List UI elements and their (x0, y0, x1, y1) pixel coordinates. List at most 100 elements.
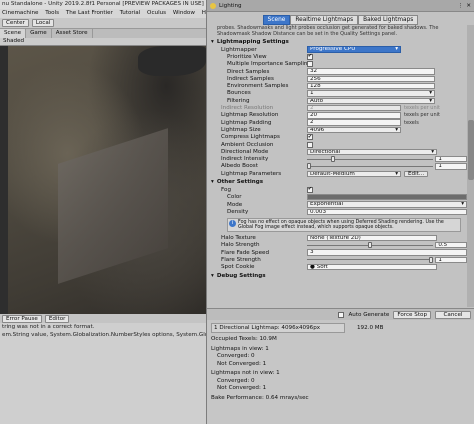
lightmap-parameters-label: Lightmap Parameters (221, 170, 282, 177)
tab-lighting-scene[interactable]: Scene (262, 14, 291, 25)
menu-cinemachine[interactable]: Cinemachine (2, 10, 39, 16)
edit-parameters-button[interactable]: Edit... (404, 170, 429, 177)
mis-checkbox[interactable] (307, 61, 313, 68)
close-icon[interactable]: ✕ (466, 3, 471, 9)
scrollbar-thumb[interactable] (468, 120, 474, 180)
compress-lightmaps-checkbox[interactable]: ✔ (307, 134, 313, 141)
lightmap-size-dropdown[interactable]: 4096 (307, 126, 401, 134)
info-icon: i (229, 219, 236, 227)
lightmap-padding-field[interactable]: 2 (307, 119, 401, 126)
ambient-occlusion-checkbox[interactable] (307, 141, 313, 148)
error-pause-toggle[interactable]: Error Pause (2, 315, 42, 323)
scene-rock (138, 46, 206, 76)
spot-cookie-field[interactable]: ● Soft (307, 263, 437, 271)
console-line[interactable]: tring was not in a correct format. (0, 323, 208, 331)
window-menu-icon[interactable]: ⋮ (458, 3, 464, 9)
light-bulb-icon (210, 2, 216, 9)
scene-viewport[interactable] (8, 46, 206, 314)
albedo-boost-label: Albedo Boost (221, 163, 258, 170)
lightmap-size-label: Lightmap Size (221, 126, 261, 133)
halo-strength-field[interactable]: 0.5 (435, 242, 467, 249)
lightmapping-settings-header[interactable]: ▾ Lightmapping Settings (211, 37, 467, 46)
indirect-samples-label: Indirect Samples (227, 75, 274, 82)
editor-view-tabs: Scene Game Asset Store (0, 29, 208, 38)
menu-oculus[interactable]: Oculus (147, 10, 166, 16)
bounces-dropdown[interactable]: 1 (307, 90, 435, 97)
compress-lightmaps-label: Compress Lightmaps (221, 134, 280, 141)
fog-color-label: Color (227, 194, 242, 201)
flare-strength-slider[interactable] (307, 256, 434, 263)
ambient-occlusion-label: Ambient Occlusion (221, 141, 274, 148)
fog-checkbox[interactable]: ✔ (307, 186, 313, 193)
menu-tutorial[interactable]: Tutorial (120, 10, 141, 16)
tab-asset-store[interactable]: Asset Store (52, 29, 93, 38)
fog-info-text: Fog has no effect on opaque objects when… (238, 219, 444, 230)
lightmap-resolution-field[interactable]: 20 (307, 112, 401, 119)
spot-cookie-label: Spot Cookie (221, 264, 255, 271)
debug-settings-header[interactable]: ▾ Debug Settings (211, 271, 467, 280)
menu-last-frontier[interactable]: The Last Frontier (66, 10, 113, 16)
fog-info-box: i Fog has no effect on opaque objects whe… (227, 217, 461, 233)
scene-rock (58, 128, 168, 284)
bake-performance: Bake Performance: 0.64 mrays/sec (211, 394, 309, 401)
lighting-scrollbar[interactable] (467, 25, 474, 307)
albedo-boost-slider[interactable] (307, 163, 434, 170)
console-panel: tring was not in a correct format. em.St… (0, 323, 208, 424)
env-samples-field[interactable]: 128 (307, 82, 435, 90)
cancel-button[interactable]: Cancel (435, 310, 471, 319)
directional-mode-label: Directional Mode (221, 148, 269, 155)
lightmap-parameters-dropdown[interactable]: Default-Medium (307, 170, 401, 177)
direct-samples-label: Direct Samples (227, 68, 270, 75)
directional-lightmap-row[interactable]: 1 Directional Lightmap: 4096x4096px (211, 323, 345, 333)
other-settings-header[interactable]: ▾ Other Settings (211, 177, 467, 186)
foldout-open-icon: ▾ (211, 39, 214, 45)
indirect-resolution-unit: texels per unit (404, 105, 440, 112)
filtering-label: Filtering (227, 97, 250, 104)
env-samples-label: Environment Samples (227, 83, 289, 90)
flare-fade-label: Flare Fade Speed (221, 249, 270, 256)
lightmapper-dropdown[interactable]: Progressive CPU (307, 46, 401, 53)
shading-mode-dropdown[interactable]: Shaded (3, 38, 24, 44)
lightmap-memory-size: 192.0 MB (357, 325, 384, 331)
indirect-samples-field[interactable]: 256 (307, 75, 435, 83)
tab-scene[interactable]: Scene (0, 29, 27, 38)
halo-texture-field[interactable]: None (Texture 2D) (307, 234, 437, 242)
not-converged-in-view: Not Converged: 1 (217, 360, 267, 367)
indirect-intensity-label: Indirect Intensity (221, 156, 269, 163)
indirect-intensity-slider[interactable] (307, 156, 434, 163)
lightmap-padding-label: Lightmap Padding (221, 119, 272, 126)
editor-title: nu Standalone - Unity 2019.2.8f1 Persona… (2, 1, 231, 7)
pivot-local-button[interactable]: Local (31, 19, 55, 27)
albedo-boost-field[interactable]: 1 (435, 163, 467, 170)
halo-texture-label: Halo Texture (221, 234, 256, 241)
editor-dropdown[interactable]: Editor (44, 315, 70, 323)
tab-game[interactable]: Game (26, 29, 52, 38)
texture-dot-icon: ● (310, 263, 317, 270)
halo-strength-slider[interactable] (307, 242, 434, 249)
menu-window[interactable]: Window (173, 10, 195, 16)
direct-samples-field[interactable]: 32 (307, 68, 435, 75)
console-toolbar: Error Pause Editor (0, 314, 208, 323)
pivot-center-button[interactable]: Center (2, 19, 29, 27)
indirect-intensity-field[interactable]: 1 (435, 155, 467, 163)
fog-color-swatch[interactable] (307, 194, 467, 201)
auto-generate-checkbox[interactable] (338, 311, 345, 318)
fog-mode-dropdown[interactable]: Exponential (307, 201, 467, 208)
occupied-texels: Occupied Texels: 10.9M (211, 336, 277, 342)
lightmapper-label: Lightmapper (221, 46, 257, 53)
console-line[interactable]: em.String value, System.Globalization.Nu… (0, 331, 208, 339)
tab-realtime-lightmaps[interactable]: Realtime Lightmaps (290, 14, 359, 25)
filtering-dropdown[interactable]: Auto (307, 97, 435, 104)
lighting-title: Lighting (219, 2, 242, 9)
mis-label: Multiple Importance Sampling (227, 61, 307, 68)
flare-strength-field[interactable]: 1 (435, 256, 467, 264)
fog-density-field[interactable]: 0.003 (307, 208, 467, 216)
prioritize-view-checkbox[interactable]: ✔ (307, 53, 313, 60)
flare-fade-field[interactable]: 3 (307, 249, 467, 256)
lightmaps-not-in-view: Lightmaps not in view: 1 (211, 370, 280, 376)
menu-tools[interactable]: Tools (45, 10, 59, 16)
force-stop-button[interactable]: Force Stop (393, 310, 431, 319)
tab-baked-lightmaps[interactable]: Baked Lightmaps (358, 14, 419, 25)
directional-mode-dropdown[interactable]: Directional (307, 148, 437, 155)
foldout-open-icon: ▾ (211, 272, 214, 279)
